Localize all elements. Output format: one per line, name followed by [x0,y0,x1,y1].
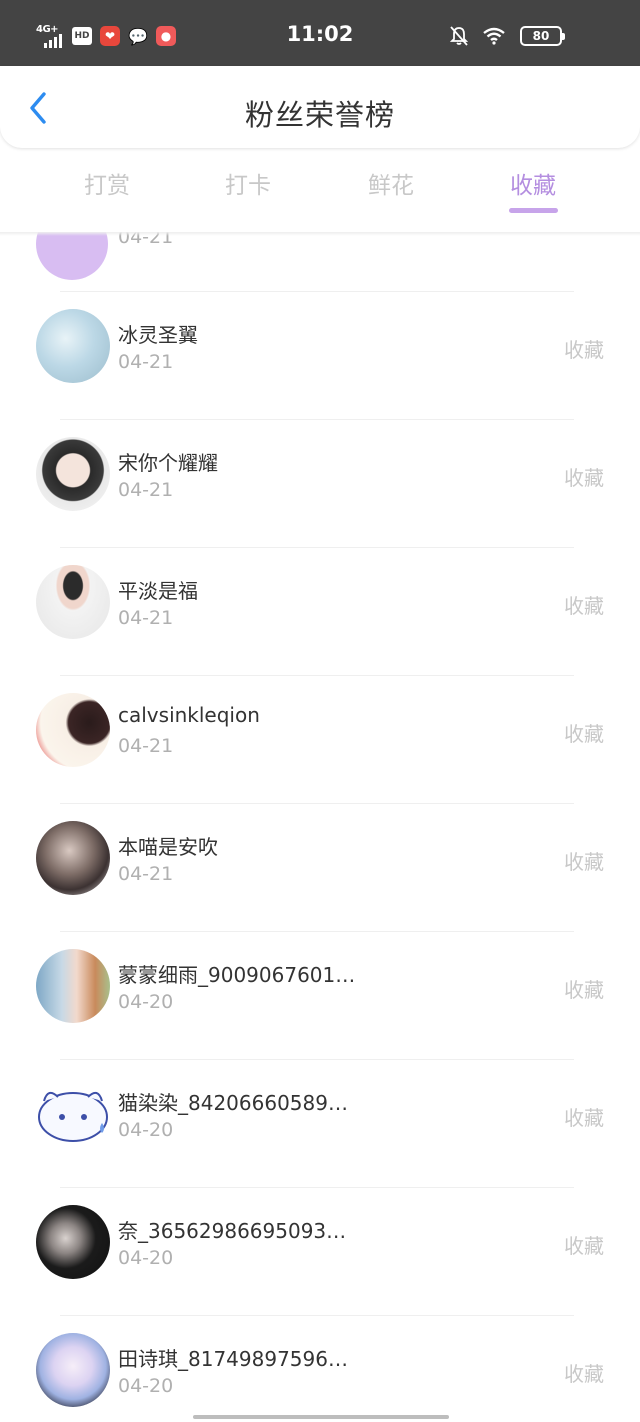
list-item[interactable]: 田诗琪_81749897596… 04-20 收藏 [0,1315,640,1410]
avatar [36,821,110,895]
list-item-name: 冰灵圣翼 [118,323,198,347]
list-item-date: 04-21 [118,232,174,248]
divider [60,1187,574,1188]
status-right-icons [450,26,506,46]
fan-list[interactable]: 04-21 冰灵圣翼 04-21 收藏 宋你个耀耀 04-21 收藏 平淡是福 … [0,232,640,1410]
cartoon-avatar-image [38,1091,108,1142]
list-item-name: 宋你个耀耀 [118,451,218,475]
list-item[interactable]: calvsinkleqion 04-21 收藏 [0,675,640,803]
list-item-name: 蒙蒙细雨_9009067601… [118,963,356,987]
list-item[interactable]: 04-21 [0,232,640,292]
home-indicator[interactable] [193,1415,449,1419]
list-item-name: 田诗琪_81749897596… [118,1347,348,1371]
tab-checkin[interactable]: 打卡 [198,166,298,200]
list-item[interactable]: 奈_36562986695093… 04-20 收藏 [0,1187,640,1315]
divider [60,1059,574,1060]
avatar [36,1077,110,1151]
list-item-date: 04-21 [118,863,174,885]
favorite-label[interactable]: 收藏 [564,1358,604,1387]
status-bar: 4G+ HD ❤ 💬 ● 11:02 80 [0,0,640,66]
list-item[interactable]: 平淡是福 04-21 收藏 [0,547,640,675]
list-item[interactable]: 猫染染_84206660589… 04-20 收藏 [0,1059,640,1187]
list-item-date: 04-20 [118,991,174,1013]
list-item[interactable]: 宋你个耀耀 04-21 收藏 [0,419,640,547]
avatar [36,565,110,639]
favorite-label[interactable]: 收藏 [564,590,604,619]
divider [60,1315,574,1316]
divider [60,291,574,292]
tab-favorites[interactable]: 收藏 [483,166,583,200]
favorite-label[interactable]: 收藏 [564,1102,604,1131]
list-item-date: 04-20 [118,1119,174,1141]
list-item-name: calvsinkleqion [118,703,260,727]
list-item[interactable]: 蒙蒙细雨_9009067601… 04-20 收藏 [0,931,640,1059]
navigation-bar: 粉丝荣誉榜 [0,66,640,148]
divider [60,803,574,804]
list-item-name: 本喵是安吹 [118,835,218,859]
divider [60,931,574,932]
wifi-icon [483,27,505,45]
tab-flowers[interactable]: 鲜花 [341,166,441,200]
list-item-date: 04-20 [118,1247,174,1269]
list-item-date: 04-20 [118,1375,174,1397]
list-item[interactable]: 冰灵圣翼 04-21 收藏 [0,291,640,419]
list-item-date: 04-21 [118,735,174,757]
list-item-date: 04-21 [118,607,174,629]
list-item-date: 04-21 [118,479,174,501]
favorite-label[interactable]: 收藏 [564,974,604,1003]
favorite-label[interactable]: 收藏 [564,462,604,491]
tab-reward[interactable]: 打赏 [57,166,157,200]
page-title: 粉丝荣誉榜 [244,98,395,132]
list-item-name: 猫染染_84206660589… [118,1091,348,1115]
avatar [36,309,110,383]
list-item-name: 平淡是福 [118,579,198,603]
favorite-label[interactable]: 收藏 [564,718,604,747]
list-item[interactable]: 本喵是安吹 04-21 收藏 [0,803,640,931]
list-item-name: 奈_36562986695093… [118,1219,347,1243]
divider [60,419,574,420]
divider [60,547,574,548]
avatar [36,1333,110,1407]
battery-icon: 80 [520,26,565,46]
avatar [36,693,110,767]
avatar [36,1205,110,1279]
favorite-label[interactable]: 收藏 [564,334,604,363]
avatar [36,949,110,1023]
divider [60,675,574,676]
favorite-label[interactable]: 收藏 [564,846,604,875]
avatar [36,437,110,511]
list-item-date: 04-21 [118,351,174,373]
avatar [36,232,108,280]
tab-bar: 打赏 打卡 鲜花 收藏 [0,160,640,216]
active-tab-indicator [509,208,558,213]
bell-off-icon [450,26,468,46]
favorite-label[interactable]: 收藏 [564,1230,604,1259]
